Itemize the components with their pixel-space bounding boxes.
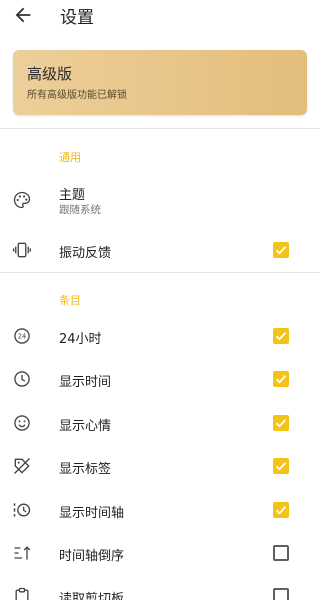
- 24-hour-row[interactable]: 24 24小时: [0, 315, 320, 357]
- vibration-icon: [13, 242, 31, 258]
- check-icon: [275, 506, 287, 515]
- check-icon: [275, 246, 287, 255]
- check-icon: [275, 462, 287, 471]
- show-mood-label: 显示心情: [59, 419, 112, 434]
- read-clipboard-checkbox[interactable]: [273, 588, 289, 600]
- check-icon: [275, 375, 287, 384]
- show-tags-row[interactable]: 显示标签: [0, 445, 320, 487]
- show-timeline-row[interactable]: 显示时间轴: [0, 489, 320, 531]
- show-time-row[interactable]: 显示时间: [0, 358, 320, 400]
- divider: [0, 272, 320, 273]
- check-icon: [275, 332, 287, 341]
- 24-hour-icon: 24: [14, 328, 30, 344]
- back-arrow-icon[interactable]: [12, 4, 34, 26]
- show-time-checkbox[interactable]: [273, 371, 289, 387]
- show-tags-checkbox[interactable]: [273, 458, 289, 474]
- show-mood-checkbox[interactable]: [273, 415, 289, 431]
- show-timeline-checkbox[interactable]: [273, 502, 289, 518]
- 24-hour-checkbox[interactable]: [273, 328, 289, 344]
- vibration-label: 振动反馈: [59, 246, 112, 261]
- 24-hour-label: 24小时: [59, 332, 102, 347]
- reverse-timeline-row[interactable]: 时间轴倒序: [0, 532, 320, 574]
- clipboard-icon: [15, 587, 29, 600]
- clock-icon: [14, 371, 30, 387]
- tag-off-icon: [14, 458, 30, 474]
- premium-card[interactable]: 高级版 所有高级版功能已解锁: [13, 50, 307, 115]
- theme-label: 主题: [59, 188, 86, 203]
- page-title: 设置: [60, 8, 94, 28]
- section-header-entries: 条目: [59, 294, 81, 307]
- reverse-timeline-checkbox[interactable]: [273, 545, 289, 561]
- sort-ascending-icon: [14, 546, 31, 560]
- reverse-timeline-label: 时间轴倒序: [59, 549, 125, 564]
- show-timeline-label: 显示时间轴: [59, 506, 125, 521]
- theme-row[interactable]: 主题 跟随系统: [0, 178, 320, 220]
- palette-icon: [13, 191, 31, 209]
- vibration-checkbox[interactable]: [273, 242, 289, 258]
- show-mood-row[interactable]: 显示心情: [0, 402, 320, 444]
- vibration-row[interactable]: 振动反馈: [0, 229, 320, 271]
- read-clipboard-row[interactable]: 读取剪切板: [0, 575, 320, 600]
- smiley-icon: [14, 415, 30, 431]
- theme-value: 跟随系统: [59, 204, 101, 216]
- show-tags-label: 显示标签: [59, 462, 112, 477]
- premium-title: 高级版: [27, 65, 73, 83]
- svg-text:24: 24: [18, 333, 26, 341]
- divider: [0, 128, 320, 129]
- app-bar: 设置: [0, 0, 320, 30]
- show-time-label: 显示时间: [59, 375, 112, 390]
- check-icon: [275, 419, 287, 428]
- section-header-general: 通用: [59, 151, 81, 164]
- premium-subtitle: 所有高级版功能已解锁: [27, 90, 127, 101]
- read-clipboard-label: 读取剪切板: [59, 592, 125, 600]
- timeline-icon: [13, 503, 31, 517]
